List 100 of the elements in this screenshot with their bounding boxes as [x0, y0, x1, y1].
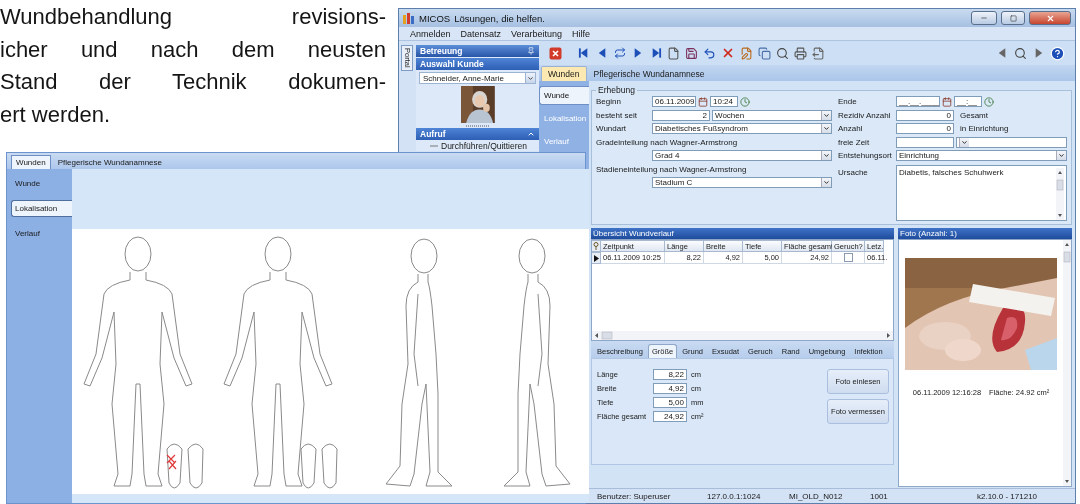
field-label: Rezidiv Anzahl — [838, 110, 892, 120]
print-icon[interactable] — [794, 46, 807, 60]
time-field[interactable]: __:__ — [954, 96, 982, 108]
close-button[interactable] — [1029, 11, 1071, 25]
tree-item[interactable]: Durchführen/Quittieren — [441, 141, 527, 151]
caret-icon — [823, 152, 830, 160]
text-area[interactable]: Diabetis, falsches Schuhwerk — [896, 164, 1067, 221]
menu-item[interactable]: Anmelden — [405, 28, 456, 39]
tab[interactable]: Pflegerische Wundanamnese — [586, 66, 712, 81]
collapse-icon[interactable] — [527, 130, 535, 138]
number-field[interactable]: 0 — [896, 109, 954, 121]
delete-icon[interactable] — [721, 46, 735, 60]
vertical-scrollbar[interactable] — [1063, 240, 1071, 486]
window-subtitle: Lösungen, die helfen. — [454, 12, 545, 24]
key-icon — [593, 242, 599, 250]
number-field[interactable]: 5,00 — [653, 397, 687, 408]
app-icon — [403, 12, 415, 24]
unit-dropdown[interactable]: Wochen — [712, 109, 832, 121]
menu-item[interactable]: Verarbeitung — [506, 28, 568, 39]
pin-icon[interactable] — [527, 47, 535, 55]
close-icon[interactable] — [549, 46, 562, 60]
date-field[interactable]: __.__.____ — [896, 96, 940, 108]
time-field[interactable]: 10:24 — [710, 96, 738, 108]
dropdown[interactable]: Diabetisches Fußsyndrom — [652, 123, 832, 135]
section-title: Aufruf — [420, 129, 446, 139]
window-title: MICOS — [419, 12, 451, 24]
number-field[interactable]: 8,22 — [653, 369, 687, 380]
paragraph: Wundbehandlung revisions- icher und nach dem neusten Stand der Technik dokumen- ert werden. — [0, 3, 386, 129]
minimize-button[interactable] — [971, 11, 997, 25]
tree-line — [430, 142, 438, 150]
caret-icon — [823, 179, 830, 187]
status-text: k2.10.0 - 171210 — [977, 491, 1039, 501]
customer-dropdown[interactable]: Schneider, Anne-Marie — [419, 72, 536, 84]
customer-name: Schneider, Anne-Marie — [423, 73, 504, 83]
maximize-icon — [1009, 14, 1017, 22]
field-label: Gradeinteilung nach Wagner-Armstrong — [596, 137, 738, 147]
tab[interactable]: Wunden — [11, 155, 51, 169]
search-icon[interactable] — [776, 46, 789, 60]
caret-icon — [961, 138, 968, 146]
caret-icon — [527, 74, 534, 82]
dropdown[interactable]: Einrichtung — [896, 150, 1067, 162]
dropdown[interactable]: Stadium C — [652, 177, 832, 189]
search-icon[interactable] — [1014, 46, 1027, 60]
copy-icon[interactable] — [758, 46, 771, 60]
date-field[interactable]: 06.11.2009 — [652, 96, 696, 108]
clock-icon[interactable] — [984, 96, 994, 107]
panel-header: Übersicht Wundverlauf — [591, 228, 894, 239]
minimize-icon — [980, 14, 988, 22]
calendar-icon[interactable] — [942, 96, 952, 107]
horizontal-scrollbar[interactable] — [592, 331, 893, 340]
side-tab[interactable]: Wunde — [11, 175, 72, 192]
export-icon[interactable] — [812, 46, 825, 60]
dropdown[interactable]: Grad 4 — [652, 150, 832, 162]
cross-mark-icon[interactable] — [166, 454, 177, 470]
menu-item[interactable]: Datensatz — [455, 28, 507, 39]
panel-title: Betreuung — [420, 46, 463, 56]
status-text: 127.0.0.1:1024 — [707, 491, 762, 501]
number-field[interactable]: 24,92 — [653, 411, 687, 422]
time-field[interactable] — [896, 136, 954, 148]
clock-icon[interactable] — [740, 96, 750, 107]
group-title: Erhebung — [597, 85, 636, 95]
caret-icon — [1058, 152, 1065, 160]
field-note: in Einrichtung — [960, 124, 1009, 134]
side-tab[interactable]: Lokalisation — [11, 200, 72, 217]
field-label: freie Zeit — [838, 137, 871, 147]
vertical-scrollbar[interactable] — [1056, 167, 1064, 220]
field-label: Beginn — [596, 97, 622, 107]
field-note: Gesamt — [960, 110, 988, 120]
text-area-value: Diabetis, falsches Schuhwerk — [899, 167, 1004, 177]
checkbox[interactable] — [843, 253, 853, 262]
number-field[interactable]: 4,92 — [653, 383, 687, 394]
tab[interactable]: Pflegerische Wundanamnese — [52, 155, 167, 169]
panel-header: Foto (Anzahl: 1) — [898, 228, 1072, 239]
new-document-icon[interactable] — [667, 46, 680, 60]
close-icon — [1045, 13, 1055, 23]
current-row-icon — [593, 254, 599, 262]
status-text: 1001 — [870, 491, 889, 501]
field-label: Ursache — [838, 166, 869, 177]
edit-icon[interactable] — [740, 46, 753, 60]
swap-icon[interactable] — [614, 47, 626, 59]
dropdown[interactable] — [956, 136, 1067, 148]
number-field[interactable]: 2 — [652, 109, 710, 121]
field-label: Stadieneinteilung nach Wagner-Armstrong — [596, 164, 747, 174]
help-icon[interactable] — [1050, 45, 1065, 61]
tab[interactable]: Wunden — [541, 66, 587, 81]
field-label: Anzahl — [838, 124, 864, 134]
menu-item[interactable]: Hilfe — [567, 28, 596, 39]
status-text: MI_OLD_N012 — [789, 491, 844, 501]
field-label: Entstehungsort — [838, 151, 893, 161]
side-tab[interactable]: Verlauf — [11, 225, 72, 242]
side-tab[interactable]: Wunde — [539, 86, 589, 105]
section-title: Auswahl Kunde — [420, 59, 484, 69]
field-label: Wundart — [596, 124, 628, 134]
number-field[interactable]: 0 — [896, 123, 954, 135]
undo-icon[interactable] — [703, 46, 716, 60]
calendar-icon[interactable] — [698, 96, 708, 107]
maximize-button[interactable] — [1001, 11, 1025, 25]
save-icon[interactable] — [685, 46, 698, 60]
field-label: besteht seit — [596, 110, 638, 120]
feet-drawing — [166, 443, 204, 489]
